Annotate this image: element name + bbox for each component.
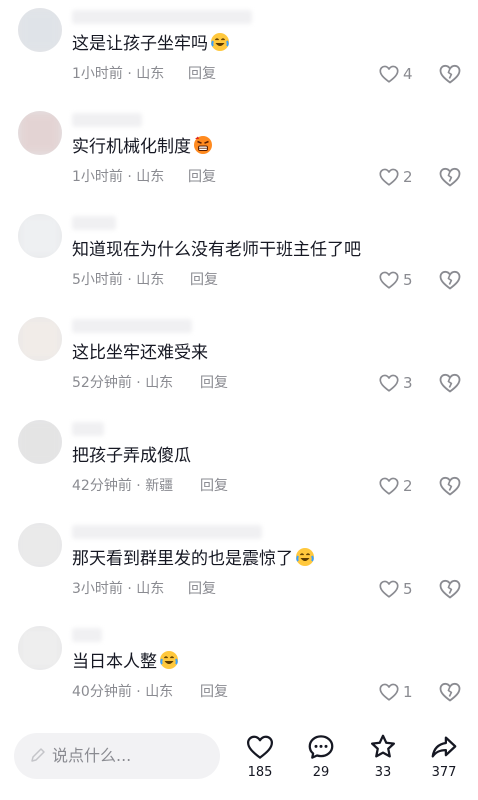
comment-text: 这比坐牢还难受来 (72, 343, 208, 363)
reply-button[interactable]: 回复 (200, 476, 228, 496)
comment-action-button[interactable]: 29 (301, 732, 341, 781)
comment-text: 把孩子弄成傻瓜 (72, 446, 191, 466)
broken-heart-icon (439, 270, 461, 290)
username-blurred[interactable] (72, 10, 252, 24)
reply-button[interactable]: 回复 (188, 64, 216, 84)
like-count: 5 (403, 580, 413, 598)
username-blurred[interactable] (72, 319, 192, 333)
avatar[interactable] (18, 523, 62, 567)
favorite-total: 33 (374, 765, 392, 780)
comment-meta: 42分钟前 · 新疆 (72, 478, 174, 494)
broken-heart-icon (439, 373, 461, 393)
reply-button[interactable]: 回复 (190, 270, 218, 290)
like-total: 185 (247, 765, 273, 780)
broken-heart-icon (439, 64, 461, 84)
heart-outline-icon (379, 477, 399, 495)
pen-icon (28, 746, 48, 770)
avatar[interactable] (18, 317, 62, 361)
broken-heart-icon (439, 682, 461, 702)
heart-outline-icon (379, 374, 399, 392)
username-blurred[interactable] (72, 113, 142, 127)
comment-item: 这是让孩子坐牢吗 1小时前 · 山东 回复 4 (0, 0, 478, 103)
dislike-button[interactable] (438, 268, 462, 292)
comment-meta: 40分钟前 · 山东 (72, 684, 174, 700)
like-count: 4 (403, 65, 413, 83)
comment-meta: 52分钟前 · 山东 (72, 375, 174, 391)
share-arrow-icon (431, 736, 457, 758)
like-button[interactable]: 4 (378, 62, 413, 86)
like-button[interactable]: 2 (378, 474, 413, 498)
dislike-button[interactable] (438, 474, 462, 498)
comment-meta: 1小时前 · 山东 (72, 169, 165, 185)
like-count: 2 (403, 477, 413, 495)
crying-laughing-emoji (295, 547, 315, 574)
like-button[interactable]: 1 (378, 680, 413, 704)
comment-item: 当日本人整 40分钟前 · 山东 回复 1 (0, 618, 478, 721)
reply-button[interactable]: 回复 (188, 167, 216, 187)
comment-input[interactable]: 说点什么... (14, 733, 220, 779)
dislike-button[interactable] (438, 371, 462, 395)
comment-item: 实行机械化制度 1小时前 · 山东 回复 2 (0, 103, 478, 206)
heart-outline-icon (379, 580, 399, 598)
dislike-button[interactable] (438, 577, 462, 601)
bottom-action-bar: 说点什么... 185 29 33 377 (0, 718, 478, 800)
comment-text: 当日本人整 (72, 650, 179, 677)
comment-meta: 1小时前 · 山东 (72, 66, 165, 82)
like-button[interactable]: 3 (378, 371, 413, 395)
share-action-button[interactable]: 377 (424, 732, 464, 781)
avatar[interactable] (18, 214, 62, 258)
comment-item: 把孩子弄成傻瓜 42分钟前 · 新疆 回复 2 (0, 412, 478, 515)
broken-heart-icon (439, 579, 461, 599)
heart-outline-icon (379, 683, 399, 701)
avatar[interactable] (18, 420, 62, 464)
like-button[interactable]: 5 (378, 577, 413, 601)
crying-laughing-emoji (210, 32, 230, 59)
share-total: 377 (431, 765, 457, 780)
username-blurred[interactable] (72, 525, 262, 539)
broken-heart-icon (439, 167, 461, 187)
like-count: 1 (403, 683, 413, 701)
dislike-button[interactable] (438, 680, 462, 704)
comment-item: 这比坐牢还难受来 52分钟前 · 山东 回复 3 (0, 309, 478, 412)
broken-heart-icon (439, 476, 461, 496)
comment-bubble-icon (308, 735, 334, 759)
comment-meta: 3小时前 · 山东 (72, 581, 165, 597)
reply-button[interactable]: 回复 (200, 373, 228, 393)
like-count: 3 (403, 374, 413, 392)
like-button[interactable]: 2 (378, 165, 413, 189)
comment-meta: 5小时前 · 山东 (72, 272, 165, 288)
like-count: 2 (403, 168, 413, 186)
avatar[interactable] (18, 111, 62, 155)
comment-text: 这是让孩子坐牢吗 (72, 32, 230, 59)
username-blurred[interactable] (72, 422, 104, 436)
username-blurred[interactable] (72, 628, 102, 642)
heart-outline-icon (247, 735, 273, 759)
like-action-button[interactable]: 185 (240, 732, 280, 781)
comment-list: 这是让孩子坐牢吗 1小时前 · 山东 回复 4 实行机械化制度 1小时前 · 山… (0, 0, 478, 721)
like-count: 5 (403, 271, 413, 289)
star-outline-icon (371, 734, 395, 758)
heart-outline-icon (379, 271, 399, 289)
comment-total: 29 (312, 765, 330, 780)
avatar[interactable] (18, 626, 62, 670)
comment-input-placeholder: 说点什么... (52, 746, 132, 765)
comment-text: 那天看到群里发的也是震惊了 (72, 547, 315, 574)
reply-button[interactable]: 回复 (188, 579, 216, 599)
crying-laughing-emoji (159, 650, 179, 677)
username-blurred[interactable] (72, 216, 116, 230)
like-button[interactable]: 5 (378, 268, 413, 292)
comment-text: 知道现在为什么没有老师干班主任了吧 (72, 240, 361, 260)
reply-button[interactable]: 回复 (200, 682, 228, 702)
avatar[interactable] (18, 8, 62, 52)
heart-outline-icon (379, 168, 399, 186)
heart-outline-icon (379, 65, 399, 83)
favorite-action-button[interactable]: 33 (363, 732, 403, 781)
comment-text: 实行机械化制度 (72, 135, 213, 162)
angry-emoji (193, 135, 213, 162)
comment-item: 知道现在为什么没有老师干班主任了吧 5小时前 · 山东 回复 5 (0, 206, 478, 309)
comment-item: 那天看到群里发的也是震惊了 3小时前 · 山东 回复 5 (0, 515, 478, 618)
dislike-button[interactable] (438, 165, 462, 189)
dislike-button[interactable] (438, 62, 462, 86)
